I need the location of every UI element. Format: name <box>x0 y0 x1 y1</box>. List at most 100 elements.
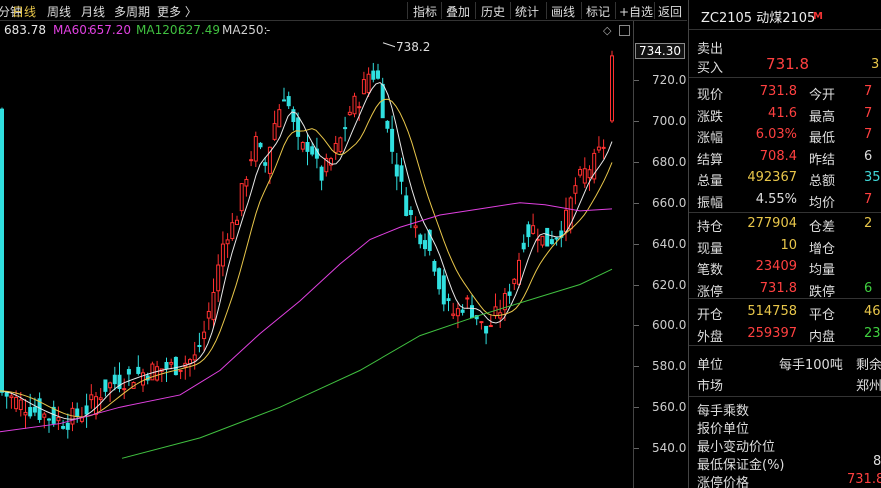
candle-body <box>333 142 338 153</box>
sell-row[interactable]: 卖出 <box>689 36 881 57</box>
stat-row: 涨跌 41.6 最高 7 <box>689 104 881 125</box>
price-tick <box>634 448 639 450</box>
candle-body <box>385 120 390 129</box>
ma120-value: 627.49 <box>178 23 220 37</box>
price-tick-label: 700.0 <box>652 113 687 128</box>
stat-value: 2 <box>864 216 873 231</box>
draw-line-button[interactable]: 画线 <box>551 3 575 20</box>
unit-value: 每手100吨 <box>779 358 843 373</box>
buy-qty: 3 <box>871 57 880 72</box>
price-tick-label: 620.0 <box>652 277 687 292</box>
stat-label: 跌停 <box>809 284 836 300</box>
toolbar-divider <box>615 2 616 19</box>
candle-body <box>47 418 51 421</box>
overlay-button[interactable]: 叠加 <box>446 3 470 20</box>
stat-label: 今开 <box>809 88 836 103</box>
candle-body <box>136 366 141 374</box>
candle-body <box>239 183 244 212</box>
ma60-label: MA60: <box>53 23 91 37</box>
candle-body <box>437 268 442 290</box>
stat-label: 最高 <box>809 109 836 125</box>
price-tick-label: 600.0 <box>652 318 687 333</box>
toolbar-divider <box>475 2 476 19</box>
tab-weekly[interactable]: 周线 <box>47 3 71 20</box>
buy-row[interactable]: 买入 731.8 3 <box>689 55 881 76</box>
stat-value: 708.4 <box>759 148 797 164</box>
stat-row: 开仓 514758 平仓 46 <box>689 302 881 323</box>
stat-label: 昨结 <box>809 152 836 168</box>
divider <box>689 298 881 299</box>
ma5-line <box>0 81 613 420</box>
candle-body <box>305 142 310 152</box>
candle-body <box>578 168 583 176</box>
candlestick-chart[interactable]: 738.2 <box>0 40 632 488</box>
statistics-button[interactable]: 统计 <box>515 3 539 20</box>
stat-label: 增仓 <box>809 241 836 257</box>
tab-daily[interactable]: 日线 <box>12 3 36 20</box>
stat-value: 6 <box>864 280 873 296</box>
stat-value: 23 <box>864 325 881 341</box>
candle-body <box>610 55 614 122</box>
stat-row: 振幅 4.55% 均价 7 <box>689 190 881 211</box>
candle-body <box>192 354 197 361</box>
toolbar-divider <box>546 2 547 19</box>
price-tick-label: 540.0 <box>652 441 687 456</box>
tab-more[interactable]: 更多 〉 <box>157 3 197 20</box>
tab-multi-period[interactable]: 多周期 <box>114 3 150 20</box>
price-tick-label: 660.0 <box>652 195 687 210</box>
stat-value: 259397 <box>747 325 797 341</box>
toolbar-divider <box>510 2 511 19</box>
tab-monthly[interactable]: 月线 <box>81 3 105 20</box>
toolbar-divider <box>654 2 655 19</box>
candle-body <box>564 209 568 233</box>
candle-body <box>89 394 94 401</box>
toolbar: 分钟 日线 周线 月线 多周期 更多 〉 指标 叠加 历史 统计 画线 标记 +… <box>0 0 687 21</box>
candle-body <box>126 369 131 375</box>
candle-body <box>155 366 160 381</box>
quote-unit-row: 报价单位 <box>689 416 881 437</box>
price-tick <box>634 325 639 327</box>
main-contract-badge: M <box>813 11 823 22</box>
contract-title: ZC2105 动煤2105 <box>701 11 816 26</box>
candle-body <box>164 361 169 370</box>
quote-panel: ZC2105 动煤2105 M 卖出 买入 731.8 3 现价 731.8 今开 7… <box>688 0 881 488</box>
diamond-icon[interactable]: ◇ <box>603 24 611 37</box>
candle-body <box>451 313 456 316</box>
close-icon[interactable] <box>619 25 630 36</box>
candle-body <box>413 225 418 229</box>
candle-body <box>338 137 343 153</box>
ma120-line <box>121 268 613 459</box>
candle-body <box>441 275 446 305</box>
candle-body <box>366 73 371 94</box>
candle-body <box>206 310 211 319</box>
history-button[interactable]: 历史 <box>481 3 505 20</box>
candle-body <box>230 222 235 239</box>
market-label: 市场 <box>697 379 724 394</box>
candle-body <box>197 345 202 348</box>
candle-body <box>4 391 9 397</box>
candle-body <box>455 308 460 317</box>
indicator-button[interactable]: 指标 <box>413 3 437 20</box>
candle-body <box>141 372 145 386</box>
candle-body <box>61 425 66 429</box>
limit-price-label: 涨停价格 <box>697 476 750 488</box>
remain-label: 剩余 <box>856 358 881 373</box>
price-tick <box>634 366 639 368</box>
ma250-value: - <box>266 23 271 37</box>
candle-body <box>488 325 493 328</box>
mark-button[interactable]: 标记 <box>586 3 610 20</box>
candle-body <box>14 396 19 410</box>
stat-label: 均价 <box>809 195 836 211</box>
price-tick <box>634 80 639 81</box>
stat-value: 23409 <box>755 259 797 274</box>
candle-body <box>75 408 80 418</box>
candle-body <box>376 70 380 79</box>
toolbar-divider <box>581 2 582 19</box>
candle-body <box>399 165 404 182</box>
ma5-value: 683.78 <box>4 23 46 37</box>
candle-body <box>286 96 291 107</box>
add-watchlist-button[interactable]: +自选 <box>619 3 653 20</box>
price-tick-label: 680.0 <box>652 154 687 169</box>
back-button[interactable]: 返回 <box>658 3 682 20</box>
price-tick <box>634 120 639 122</box>
